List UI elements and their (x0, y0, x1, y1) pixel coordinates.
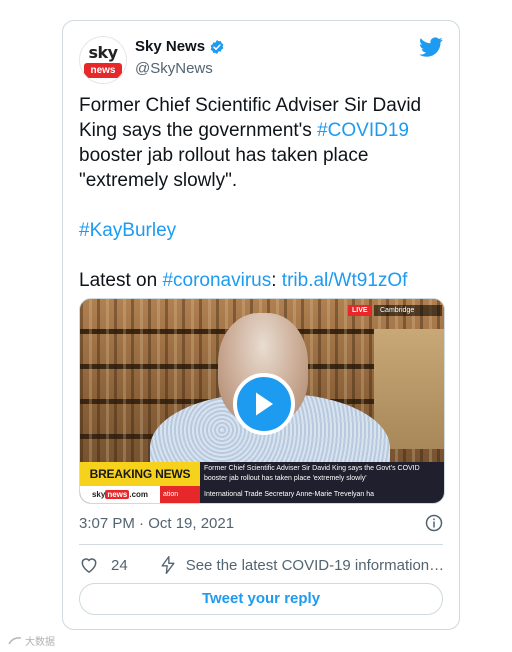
tweet-card[interactable]: sky news Sky News @SkyNews Former Chief … (62, 20, 460, 630)
avatar-logo-top: sky (88, 43, 118, 62)
ticker-logo: sky news .com (80, 486, 160, 503)
divider (79, 544, 443, 545)
info-icon[interactable] (425, 514, 443, 532)
tweet-text-part: : (271, 270, 282, 291)
hashtag-coronavirus-link[interactable]: #coronavirus (162, 270, 271, 291)
tweet-timestamp[interactable]: 3:07 PM · Oct 19, 2021 (79, 515, 234, 532)
watermark: 大数据 (8, 633, 55, 648)
author-handle[interactable]: @SkyNews (135, 60, 213, 77)
article-link[interactable]: trib.al/Wt91zOf (282, 270, 408, 291)
like-count[interactable]: 24 (111, 557, 128, 574)
tweet-actions: 24 See the latest COVID-19 information o… (79, 555, 448, 575)
video-player[interactable]: LIVE Cambridge BREAKING NEWS Former Chie… (79, 298, 445, 504)
ticker-logo-sky: sky (91, 490, 106, 499)
play-icon (256, 392, 273, 416)
ticker-text: International Trade Secretary Anne-Marie… (200, 486, 444, 503)
covid-info-link[interactable]: See the latest COVID-19 information on T… (186, 557, 448, 574)
avatar[interactable]: sky news (79, 36, 127, 84)
watermark-logo-icon (8, 636, 22, 644)
tweet-reply-button[interactable]: Tweet your reply (79, 583, 443, 615)
tweet-paragraph-1: Former Chief Scientific Adviser Sir Davi… (79, 93, 445, 193)
ticker-logo-suffix: .com (129, 490, 149, 499)
heart-icon[interactable] (79, 555, 99, 575)
author-name[interactable]: Sky News (135, 38, 205, 55)
watermark-text: 大数据 (25, 637, 55, 648)
ticker-logo-news: news (105, 490, 130, 499)
twitter-logo-icon[interactable] (419, 35, 443, 59)
hashtag-covid19-link[interactable]: #COVID19 (317, 120, 409, 141)
news-ticker: sky news .com ation International Trade Se… (80, 486, 444, 503)
play-button[interactable] (233, 373, 295, 435)
tweet-paragraph-2: #KayBurley (79, 218, 445, 243)
location-badge: Cambridge (374, 305, 442, 316)
breaking-news-bar: BREAKING NEWS Former Chief Scientific Ad… (80, 462, 444, 486)
tweet-text: Former Chief Scientific Adviser Sir Davi… (79, 93, 445, 293)
avatar-logo-bottom: news (84, 63, 122, 78)
live-badge: LIVE (348, 305, 372, 316)
breaking-news-text: Former Chief Scientific Adviser Sir Davi… (200, 462, 444, 486)
breaking-news-label: BREAKING NEWS (80, 462, 200, 486)
lightning-icon (161, 556, 175, 574)
tweet-paragraph-3: Latest on #coronavirus: trib.al/Wt91zOf (79, 268, 445, 293)
hashtag-kayburley-link[interactable]: #KayBurley (79, 220, 176, 241)
verified-icon (210, 39, 224, 54)
ticker-label: ation (160, 486, 200, 503)
tweet-text-part: booster jab rollout has taken place "ext… (79, 145, 369, 191)
tweet-text-part: Latest on (79, 270, 163, 291)
author-name-row[interactable]: Sky News (135, 38, 225, 55)
